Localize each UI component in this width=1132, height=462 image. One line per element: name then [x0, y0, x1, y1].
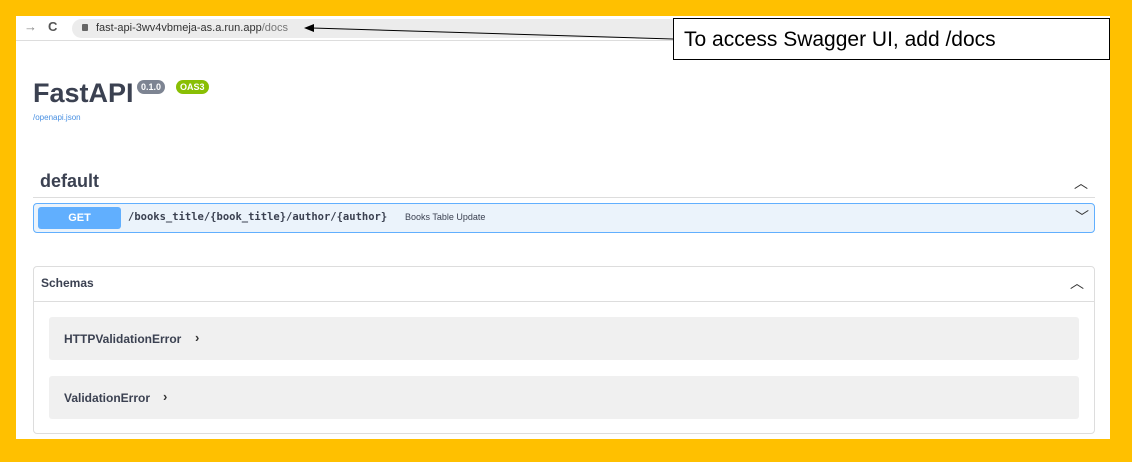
annotation-arrow	[304, 24, 674, 40]
annotation-callout: To access Swagger UI, add /docs	[673, 18, 1110, 60]
annotation-text: To access Swagger UI, add /docs	[684, 28, 996, 51]
